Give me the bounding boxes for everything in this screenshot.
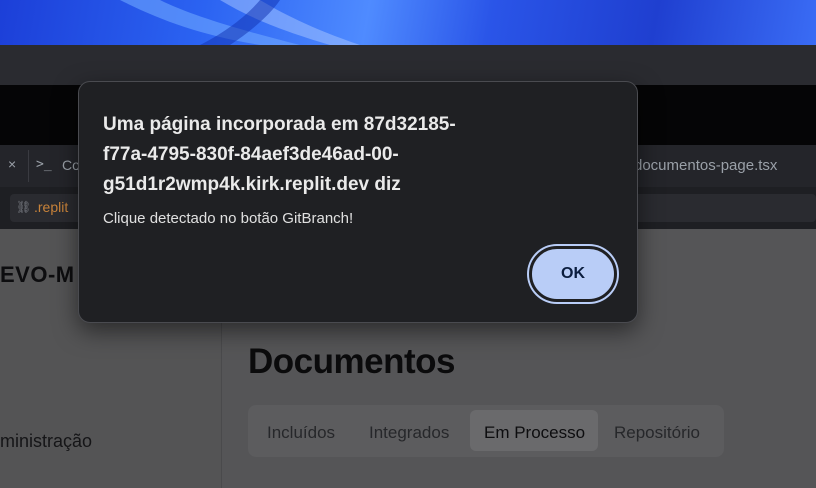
- tab-integrados[interactable]: Integrados: [369, 423, 449, 443]
- dialog-title-line: f77a-4795-830f-84aef3de46ad-00-: [103, 144, 399, 165]
- dialog-title: Uma página incorporada em 87d32185- f77a…: [103, 110, 483, 200]
- ok-button[interactable]: OK: [529, 246, 617, 302]
- tab-divider: [28, 150, 29, 182]
- sidebar-item-administracao[interactable]: ministração: [0, 431, 92, 452]
- app-brand: EVO-M: [0, 262, 75, 287]
- tab-documentos-page-file[interactable]: documentos-page.tsx: [634, 157, 777, 174]
- dialog-message: Clique detectado no botão GitBranch!: [103, 210, 354, 227]
- terminal-icon: >_: [36, 157, 52, 172]
- desktop-wallpaper: [0, 0, 816, 45]
- tab-incluidos[interactable]: Incluídos: [267, 423, 335, 443]
- dialog-title-line: Uma página incorporada em 87d32185-: [103, 114, 456, 135]
- tab-em-processo[interactable]: Em Processo: [484, 423, 585, 443]
- link-icon: ⛓: [16, 200, 32, 214]
- close-icon[interactable]: ×: [8, 156, 16, 172]
- page-title: Documentos: [248, 342, 455, 381]
- dialog-title-line: g51d1r2wmp4k.kirk.replit.dev diz: [103, 174, 401, 195]
- tab-repositorio[interactable]: Repositório: [614, 423, 700, 443]
- url-text[interactable]: .replit: [34, 199, 68, 215]
- browser-top-bar: [0, 45, 816, 85]
